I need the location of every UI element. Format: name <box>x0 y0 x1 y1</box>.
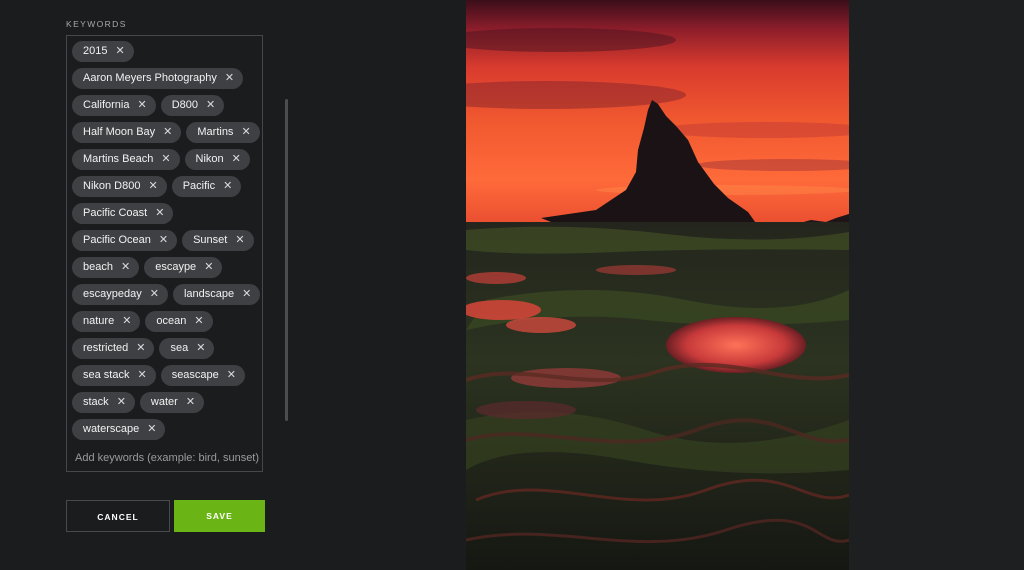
keyword-chip: sea stack ✕ <box>72 365 156 386</box>
remove-keyword-icon[interactable]: ✕ <box>223 176 232 197</box>
keyword-chip-label: ocean <box>156 315 187 327</box>
remove-keyword-icon[interactable]: ✕ <box>206 95 215 116</box>
remove-keyword-icon[interactable]: ✕ <box>150 284 159 305</box>
remove-keyword-icon[interactable]: ✕ <box>148 176 157 197</box>
keyword-chip: nature ✕ <box>72 311 141 332</box>
keyword-chip-label: Pacific Ocean <box>83 234 151 246</box>
remove-keyword-icon[interactable]: ✕ <box>163 122 172 143</box>
remove-keyword-icon[interactable]: ✕ <box>227 365 236 386</box>
keyword-chip: D800 ✕ <box>160 95 225 116</box>
keyword-chip-label: Martins <box>197 126 234 138</box>
keyword-chip: escaype ✕ <box>144 257 223 278</box>
keyword-chip: Pacific Ocean ✕ <box>72 230 178 251</box>
remove-keyword-icon[interactable]: ✕ <box>115 41 124 62</box>
remove-keyword-icon[interactable]: ✕ <box>136 338 145 359</box>
remove-keyword-icon[interactable]: ✕ <box>122 311 131 332</box>
keyword-chip-label: restricted <box>83 342 129 354</box>
remove-keyword-icon[interactable]: ✕ <box>204 257 213 278</box>
keyword-chip: Nikon ✕ <box>184 149 250 170</box>
keyword-chip-label: Half Moon Bay <box>83 126 156 138</box>
keyword-chip-label: Sunset <box>193 234 228 246</box>
keyword-chip: escaypeday ✕ <box>72 284 168 305</box>
keyword-chip-label: waterscape <box>83 423 140 435</box>
keyword-chip-label: seascape <box>171 369 219 381</box>
keyword-chip: landscape ✕ <box>172 284 261 305</box>
keywords-editor-panel: KEYWORDS 2015 ✕ Aaron Meyers Photography ✕ C… <box>0 0 466 570</box>
keyword-chip-label: escaype <box>155 261 197 273</box>
sunset-sea-stack-photo <box>466 0 849 570</box>
remove-keyword-icon[interactable]: ✕ <box>137 365 146 386</box>
keyword-chip-label: landscape <box>183 288 235 300</box>
keyword-chip: California ✕ <box>72 95 156 116</box>
remove-keyword-icon[interactable]: ✕ <box>155 203 164 224</box>
keyword-chip-label: water <box>150 396 178 408</box>
keyword-chip-label: escaypeday <box>83 288 142 300</box>
keyword-chip-label: Aaron Meyers Photography <box>83 72 217 84</box>
keyword-chip: seascape ✕ <box>160 365 245 386</box>
keywords-box[interactable]: 2015 ✕ Aaron Meyers Photography ✕ California… <box>66 35 263 472</box>
keyword-chip-label: Nikon <box>195 153 224 165</box>
keyword-chip: Martins Beach ✕ <box>72 149 180 170</box>
remove-keyword-icon[interactable]: ✕ <box>232 149 241 170</box>
keyword-chip: Half Moon Bay ✕ <box>72 122 182 143</box>
keyword-chip-label: sea stack <box>83 369 130 381</box>
save-button[interactable]: SAVE <box>174 500 265 532</box>
keyword-chip: Sunset ✕ <box>182 230 254 251</box>
remove-keyword-icon[interactable]: ✕ <box>196 338 205 359</box>
keyword-chip-label: stack <box>83 396 109 408</box>
remove-keyword-icon[interactable]: ✕ <box>137 95 146 116</box>
keyword-chip: water ✕ <box>139 392 205 413</box>
remove-keyword-icon[interactable]: ✕ <box>159 230 168 251</box>
keyword-chip: Aaron Meyers Photography ✕ <box>72 68 244 89</box>
keywords-scrollbar[interactable] <box>285 99 288 421</box>
remove-keyword-icon[interactable]: ✕ <box>241 122 250 143</box>
keyword-chip-label: Pacific Coast <box>83 207 148 219</box>
remove-keyword-icon[interactable]: ✕ <box>186 392 195 413</box>
keyword-chip: stack ✕ <box>72 392 135 413</box>
keyword-chip: 2015 ✕ <box>72 41 134 62</box>
keyword-chip: ocean ✕ <box>145 311 213 332</box>
remove-keyword-icon[interactable]: ✕ <box>225 68 234 89</box>
add-keyword-input[interactable] <box>75 449 260 467</box>
keyword-chip-label: sea <box>170 342 189 354</box>
keyword-chip-label: Martins Beach <box>83 153 154 165</box>
keyword-chip-label: beach <box>83 261 113 273</box>
remove-keyword-icon[interactable]: ✕ <box>194 311 203 332</box>
remove-keyword-icon[interactable]: ✕ <box>161 149 170 170</box>
keyword-chip: Pacific Coast ✕ <box>72 203 174 224</box>
keyword-chip: restricted ✕ <box>72 338 155 359</box>
remove-keyword-icon[interactable]: ✕ <box>235 230 244 251</box>
right-margin <box>849 0 1024 570</box>
keyword-chip: Martins ✕ <box>186 122 260 143</box>
keyword-chip: Pacific ✕ <box>171 176 242 197</box>
cancel-button[interactable]: CANCEL <box>66 500 170 532</box>
remove-keyword-icon[interactable]: ✕ <box>242 284 251 305</box>
keyword-chip-label: D800 <box>171 99 198 111</box>
keyword-chip-list: 2015 ✕ Aaron Meyers Photography ✕ California… <box>72 41 262 440</box>
remove-keyword-icon[interactable]: ✕ <box>121 257 130 278</box>
keyword-chip-label: nature <box>83 315 115 327</box>
keyword-chip: beach ✕ <box>72 257 140 278</box>
keyword-chip: sea ✕ <box>159 338 215 359</box>
keyword-chip-label: Pacific <box>182 180 216 192</box>
keyword-chip-label: California <box>83 99 130 111</box>
remove-keyword-icon[interactable]: ✕ <box>117 392 126 413</box>
keyword-chip-label: 2015 <box>83 45 108 57</box>
remove-keyword-icon[interactable]: ✕ <box>147 419 156 440</box>
keyword-chip-label: Nikon D800 <box>83 180 141 192</box>
keywords-label: KEYWORDS <box>66 19 127 29</box>
keyword-chip: waterscape ✕ <box>72 419 166 440</box>
keyword-chip: Nikon D800 ✕ <box>72 176 167 197</box>
